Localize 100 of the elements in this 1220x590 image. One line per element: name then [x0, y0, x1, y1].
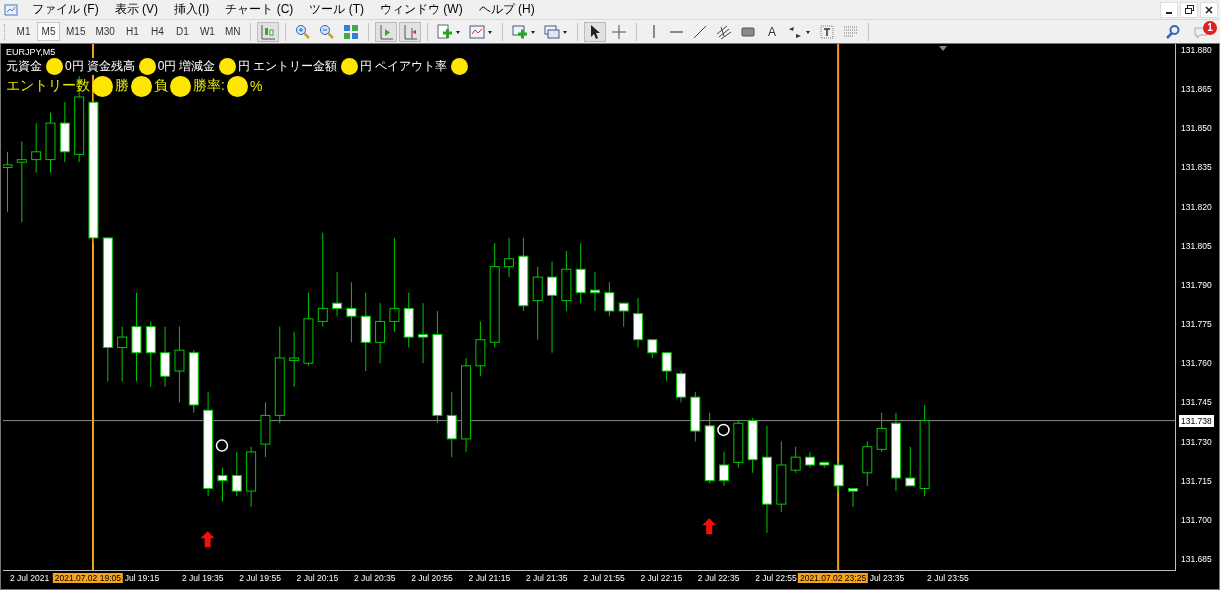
stats-text: エントリー数: [6, 77, 90, 95]
add-window-icon: [512, 23, 537, 40]
menu-item[interactable]: チャート (C): [217, 1, 302, 18]
redaction-dot: [46, 58, 63, 75]
price-label: 131.805: [1181, 239, 1212, 252]
add-indicator-icon: [437, 23, 462, 40]
circle-marker: [717, 423, 730, 437]
minimize-button[interactable]: [1160, 1, 1178, 18]
time-label: 2 Jul 21:35: [525, 573, 568, 583]
info-text: 元資金: [6, 58, 42, 75]
info-text: 0円: [157, 58, 177, 75]
time-label: 2 Jul 20:35: [353, 573, 396, 583]
time-label: 2 Jul 22:55: [755, 573, 797, 583]
chart-template-icon: [469, 23, 494, 40]
timeframe-button[interactable]: H1: [120, 22, 144, 41]
candlestick-chart-button[interactable]: [257, 21, 280, 42]
up-arrow-icon: [702, 518, 717, 535]
stats-text: %: [249, 78, 263, 94]
notification-badge: 1: [1203, 20, 1217, 35]
info-text: 0円: [65, 58, 84, 75]
text-tool-button[interactable]: A: [761, 21, 783, 42]
redaction-dot: [226, 75, 248, 97]
circle-marker: [215, 439, 229, 452]
price-label: 131.790: [1181, 278, 1212, 291]
timeframe-button[interactable]: M30: [91, 22, 119, 41]
time-label: 2 Jul 23:55: [927, 573, 969, 583]
app-icon[interactable]: [4, 2, 18, 17]
vertical-line-icon: [652, 25, 655, 38]
timeframe-button[interactable]: W1: [195, 22, 219, 41]
time-marker-label: 2021.07.02 19:05: [52, 573, 123, 583]
price-label: 131.775: [1181, 318, 1212, 331]
menu-item[interactable]: 表示 (V): [106, 1, 166, 18]
timeframe-button[interactable]: M15: [62, 22, 90, 41]
tiles-icon: [343, 23, 360, 40]
chart-shift-marker[interactable]: [939, 46, 947, 51]
redaction-dot: [219, 58, 237, 75]
messages-button[interactable]: 1: [1186, 21, 1216, 42]
windows-icon: [544, 23, 569, 40]
menu-item[interactable]: ウィンドウ (W): [372, 1, 471, 18]
up-arrow-icon: [200, 531, 215, 548]
dotted-lines-icon: [843, 23, 860, 40]
time-marker-label: 2021.07.02 23:25: [797, 573, 869, 583]
timeframe-button[interactable]: M1: [12, 22, 35, 41]
timeframe-button[interactable]: D1: [170, 22, 194, 41]
vertical-line[interactable]: [837, 44, 840, 570]
redaction-dot: [138, 58, 156, 75]
price-label: 131.685: [1181, 552, 1212, 565]
price-label: 131.820: [1181, 200, 1212, 213]
close-icon: [1205, 5, 1213, 14]
current-price-label: 131.738: [1179, 414, 1214, 427]
timeframe-button[interactable]: H4: [145, 22, 169, 41]
cursor-button[interactable]: [584, 21, 607, 42]
chart-shift-icon: [402, 23, 419, 40]
zoom-in-icon: [295, 23, 312, 40]
chart-shift-button[interactable]: [399, 21, 422, 42]
time-label: Jul 23:35: [869, 573, 905, 583]
channel-lines-icon: [716, 23, 733, 40]
time-label: Jul 19:15: [124, 573, 160, 583]
search-icon: [1165, 23, 1181, 40]
menu-item[interactable]: 挿入(I): [166, 1, 218, 18]
redaction-dot: [451, 58, 469, 75]
menu-item[interactable]: ツール (T): [301, 1, 372, 18]
restore-button[interactable]: [1180, 1, 1198, 18]
restore-icon: [1184, 5, 1194, 14]
timeframe-button[interactable]: MN: [220, 22, 245, 41]
time-label: 2 Jul 21:55: [583, 573, 625, 583]
menu-item[interactable]: ヘルプ (H): [470, 1, 543, 18]
info-text: 資金残高: [86, 58, 135, 75]
auto-scroll-icon: [378, 23, 395, 40]
price-label: 131.835: [1181, 161, 1212, 174]
text-box-icon: [819, 23, 836, 40]
redaction-dot: [341, 58, 359, 75]
time-label: 2 Jul 19:55: [239, 573, 281, 583]
info-text: 円: [360, 58, 373, 75]
info-text: 増減金: [179, 58, 216, 75]
close-button[interactable]: [1200, 1, 1218, 18]
zoom-out-icon: [319, 23, 336, 40]
info-text: 円: [238, 58, 251, 75]
timeframe-button[interactable]: M5: [37, 22, 60, 41]
price-label: 131.715: [1181, 474, 1212, 487]
stats-text: 勝: [115, 77, 129, 95]
symbol-label: EURJPY,M5: [6, 46, 57, 58]
price-label: 131.700: [1181, 513, 1212, 526]
redaction-dot: [92, 75, 113, 97]
menu-item[interactable]: ファイル (F): [24, 1, 107, 18]
price-label: 131.760: [1181, 357, 1212, 370]
time-label: 2 Jul 21:15: [468, 573, 511, 583]
redaction-dot: [131, 75, 152, 97]
time-label: 2 Jul 19:35: [181, 573, 224, 583]
info-text: ペイアウト率: [375, 58, 448, 75]
horizontal-line-icon: [670, 30, 684, 33]
time-label: 2 Jul 22:15: [640, 573, 683, 583]
candlestick-icon: [260, 23, 277, 40]
info-text: エントリー金額: [253, 58, 338, 75]
auto-scroll-button[interactable]: [375, 21, 398, 42]
time-label: 2 Jul 2021: [10, 573, 50, 583]
price-label: 131.850: [1181, 122, 1212, 135]
time-label: 2 Jul 20:55: [411, 573, 453, 583]
stats-text: 勝率:: [193, 77, 225, 95]
stats-text: 負: [154, 77, 168, 95]
